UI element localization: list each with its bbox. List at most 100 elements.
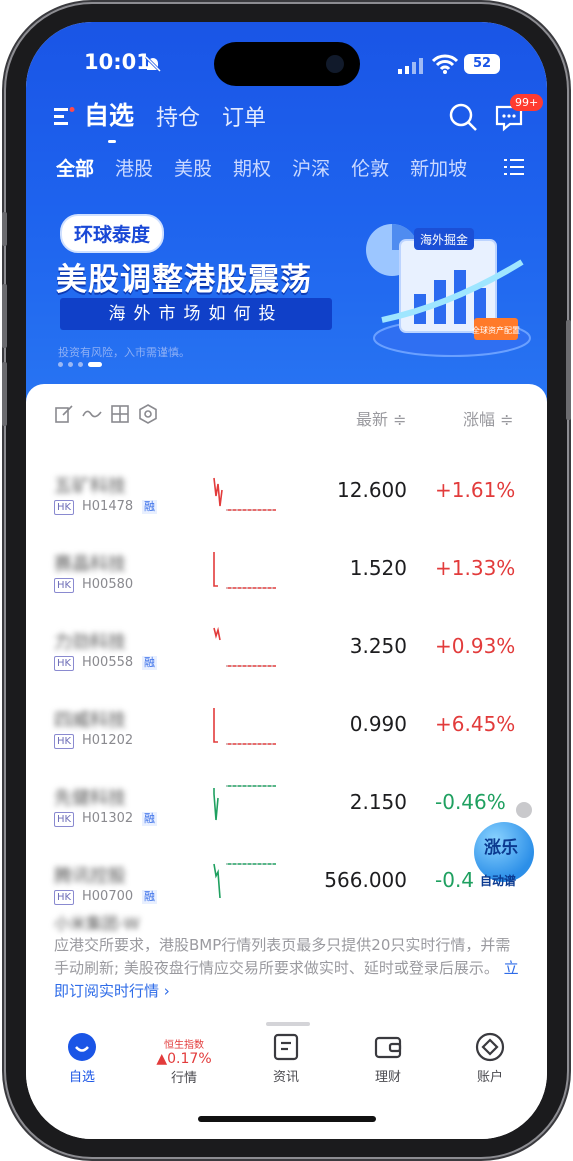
stock-change: +6.45% [435,712,516,736]
tabbar-news[interactable]: 资讯 [246,1032,326,1085]
margin-tag: 融 [142,890,157,904]
volume-down-button [2,362,7,426]
realtime-quote-notice: 应港交所要求，港股BMP行情列表页最多只提供20只实时行情，并需手动刷新; 美股… [54,934,524,1003]
stock-name: 先健科技 [54,788,126,809]
market-tab-all[interactable]: 全部 [56,154,94,181]
stock-row[interactable]: 先健科技 HK H01302 融 2.150 -0.46% [26,774,547,852]
stock-price: 2.150 [349,790,407,814]
action-button [2,212,7,246]
grid-view-icon[interactable] [110,404,130,424]
stock-row[interactable]: 四威科技 HK H01202 0.990 +6.45% [26,696,547,774]
stock-row[interactable]: 五矿科技 HK H01478 融 12.600 +1.61% [26,462,547,540]
margin-tag: 融 [142,812,157,826]
tabbar-account-label: 账户 [476,1070,503,1085]
tabbar-watchlist-label: 自选 [68,1070,95,1085]
market-tag: HK [54,500,75,515]
edit-icon[interactable] [54,404,74,424]
dynamic-island [214,42,360,86]
tabbar-watchlist[interactable]: 自选 [42,1032,122,1085]
tabbar-wealth[interactable]: 理财 [348,1032,428,1085]
account-icon [475,1032,505,1062]
market-tab-cn[interactable]: 沪深 [292,154,330,181]
stock-code: H00700 [82,889,134,904]
market-tag: HK [54,656,75,671]
stock-price: 12.600 [337,478,407,502]
volume-up-button [2,284,7,348]
hsi-index-name: 恒生指数 [164,1040,204,1051]
market-tab-hk[interactable]: 港股 [115,154,153,181]
market-filter-tabs: 全部 港股 美股 期权 沪深 伦敦 新加坡 [56,154,506,181]
top-tab-bar: 自选 持仓 订单 [52,96,288,143]
menu-icon[interactable] [52,104,76,128]
stock-change: -0.46% [435,790,506,814]
bottom-tab-bar: 自选 恒生指数 ▲0.17% 行情 资讯 理财 账户 [26,1032,547,1102]
stock-change: +1.33% [435,556,516,580]
market-tag: HK [54,890,75,905]
column-latest-price[interactable]: 最新 ≑ [356,406,407,430]
market-tab-us[interactable]: 美股 [174,154,212,181]
margin-tag: 融 [142,500,157,514]
stock-row[interactable]: 赛晶科技 HK H00580 1.520 +1.33% [26,540,547,618]
stock-name: 赛晶科技 [54,554,126,575]
intraday-sparkline [213,477,276,511]
stock-price: 566.000 [324,868,407,892]
market-tab-london[interactable]: 伦敦 [351,154,389,181]
power-button [566,320,571,420]
home-indicator [198,1116,376,1122]
tab-positions[interactable]: 持仓 [156,100,200,136]
message-badge: 99+ [510,94,544,111]
intraday-sparkline [213,708,276,745]
floating-close-icon[interactable] [516,802,532,818]
banner-chart-illustration: 海外掘金 全球资产配置 [366,224,531,357]
watchlist-icon [68,1033,96,1061]
bell-muted-icon [144,55,162,73]
tabbar-news-label: 资讯 [272,1070,299,1085]
banner-tag: 环球泰度 [60,214,165,253]
banner-art-label: 海外掘金 [420,232,468,247]
floating-promo-subtitle: 自动谱 [480,874,517,888]
tab-list-icon[interactable] [504,158,524,176]
sparkline-toggle-icon[interactable] [82,404,102,424]
intraday-sparkline [213,863,276,899]
battery-indicator: 52 [464,54,500,74]
intraday-sparkline [213,785,276,821]
tabbar-market[interactable]: 恒生指数 ▲0.17% 行情 [144,1032,224,1086]
stock-code: H01202 [82,733,134,748]
stock-code: H00580 [82,577,134,592]
search-icon[interactable] [448,102,478,132]
stock-price: 0.990 [349,712,407,736]
stock-name: 腾讯控股 [54,866,126,887]
news-icon [273,1033,299,1061]
stock-price: 1.520 [349,556,407,580]
partial-stock-name: 小米集团-W [54,914,140,933]
wifi-icon [432,54,458,74]
market-tag: HK [54,812,75,827]
tabbar-account[interactable]: 账户 [450,1032,530,1085]
intraday-sparkline [213,626,276,667]
wallet-icon [374,1036,402,1059]
market-tab-options[interactable]: 期权 [233,154,271,181]
tab-watchlist[interactable]: 自选 [84,96,134,143]
banner-subtitle: 海外市场如何投 [60,298,332,330]
settings-icon[interactable] [138,404,158,424]
stock-code: H01478 [82,499,134,514]
market-tab-singapore[interactable]: 新加坡 [410,154,467,181]
stock-name: 四威科技 [54,710,126,731]
stock-row[interactable]: 力劲科技 HK H00558 融 3.250 +0.93% [26,618,547,696]
stock-code: H01302 [82,811,134,826]
intraday-sparkline [213,552,276,589]
cellular-signal-icon [398,58,423,74]
promo-banner[interactable]: 环球泰度 美股调整港股震荡 海外市场如何投 投资有风险，入市需谨慎。 海外掘金 … [26,198,547,383]
stock-name: 五矿科技 [54,476,126,497]
tabbar-market-label: 行情 [170,1071,197,1086]
column-change-percent[interactable]: 涨幅 ≑ [463,406,514,430]
stock-name: 力劲科技 [54,632,126,653]
app-screen: 10:01 52 自选 持仓 订单 99+ 全部 港股 美股 期权 沪深 伦敦 … [26,22,547,1139]
drawer-handle[interactable] [266,1022,310,1026]
notice-text: 应港交所要求，港股BMP行情列表页最多只提供20只实时行情，并需手动刷新; 美股… [54,936,511,977]
banner-pagination [58,362,102,367]
hsi-index-change: ▲0.17% [156,1051,212,1067]
banner-risk-note: 投资有风险，入市需谨慎。 [58,346,190,359]
stock-price: 3.250 [349,634,407,658]
tab-orders[interactable]: 订单 [222,100,266,136]
